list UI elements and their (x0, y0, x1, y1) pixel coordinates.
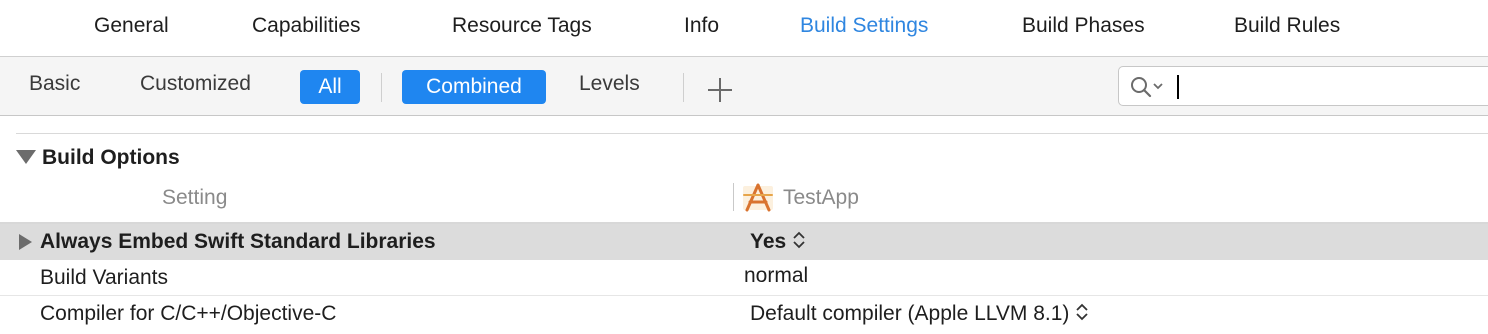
tab-build-phases[interactable]: Build Phases (1022, 14, 1145, 38)
search-icon[interactable] (1129, 75, 1169, 99)
tab-build-rules[interactable]: Build Rules (1234, 14, 1340, 38)
toolbar-divider (683, 73, 684, 102)
view-levels-button[interactable]: Levels (579, 72, 640, 96)
build-settings-table: Build Options Setting TestApp Always Emb… (0, 116, 1488, 334)
filter-customized-button[interactable]: Customized (140, 72, 251, 96)
setting-label: Always Embed Swift Standard Libraries (40, 230, 436, 253)
tab-capabilities[interactable]: Capabilities (252, 14, 361, 38)
filter-basic-button[interactable]: Basic (29, 72, 80, 96)
setting-row[interactable]: Always Embed Swift Standard Libraries Ye… (0, 224, 1488, 260)
setting-label: Build Variants (40, 266, 169, 289)
column-divider (733, 183, 734, 211)
setting-value[interactable]: Default compiler (Apple LLVM 8.1) (750, 302, 1089, 326)
setting-value-text: Yes (750, 230, 787, 253)
column-header-setting: Setting (162, 186, 228, 209)
setting-value-text: Default compiler (Apple LLVM 8.1) (750, 302, 1070, 325)
section-title[interactable]: Build Options (42, 146, 180, 170)
editor-tab-bar: General Capabilities Resource Tags Info … (0, 0, 1488, 57)
stepper-icon[interactable] (1075, 301, 1089, 323)
stepper-icon[interactable] (792, 229, 806, 251)
tab-resource-tags[interactable]: Resource Tags (452, 14, 592, 38)
setting-row[interactable]: Compiler for C/C++/Objective-C Default c… (0, 296, 1488, 332)
view-combined-button[interactable]: Combined (402, 70, 546, 104)
app-icon (743, 183, 773, 212)
search-field[interactable] (1118, 66, 1488, 106)
divider (16, 133, 1488, 134)
disclosure-triangle-icon[interactable] (16, 150, 36, 164)
setting-value[interactable]: Yes (750, 230, 806, 254)
tab-info[interactable]: Info (684, 14, 719, 38)
toolbar-divider (381, 73, 382, 102)
tab-general[interactable]: General (94, 14, 169, 38)
plus-icon[interactable] (707, 77, 733, 103)
setting-label: Compiler for C/C++/Objective-C (40, 302, 337, 325)
column-header-target: TestApp (783, 186, 859, 209)
tab-build-settings[interactable]: Build Settings (800, 14, 928, 38)
setting-row[interactable]: Build Variants normal (0, 260, 1488, 296)
disclosure-triangle-icon[interactable] (19, 234, 32, 250)
text-cursor (1177, 75, 1179, 99)
filter-all-button[interactable]: All (300, 70, 360, 104)
setting-value[interactable]: normal (744, 264, 808, 288)
filter-toolbar: Basic Customized All Combined Levels (0, 57, 1488, 116)
